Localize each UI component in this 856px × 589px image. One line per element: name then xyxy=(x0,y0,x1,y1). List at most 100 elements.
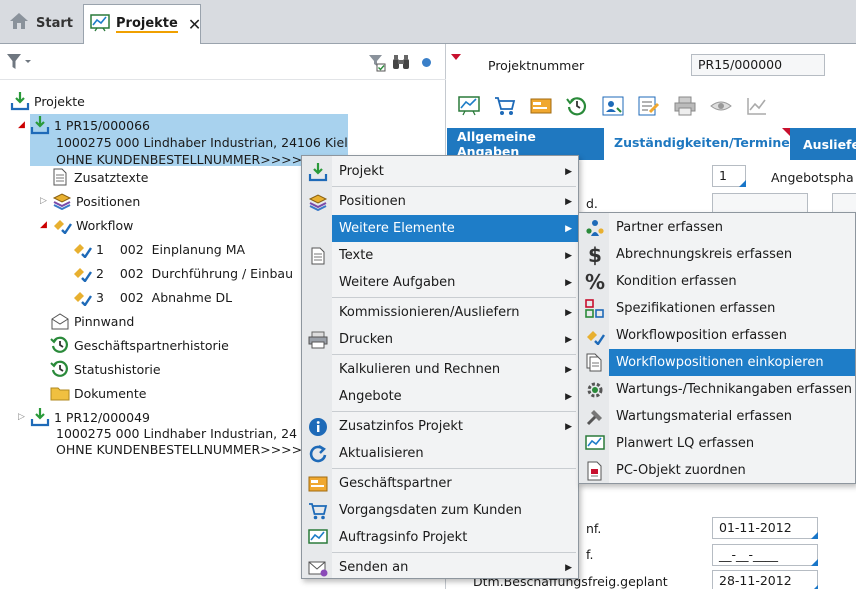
document-icon xyxy=(50,167,70,187)
tree-root[interactable]: Projekte xyxy=(10,90,85,112)
menu-item-geschaeftspartner[interactable]: Geschäftspartner xyxy=(302,470,578,497)
workflow-position-1[interactable]: 1 002 Einplanung MA xyxy=(72,238,245,260)
menu-item-label: Zusatzinfos Projekt xyxy=(339,419,463,434)
tab-marker-icon xyxy=(782,128,790,136)
submenu-item-abrechnungskreis[interactable]: $ Abrechnungskreis erfassen xyxy=(579,241,855,268)
tree-item-label: Statushistorie xyxy=(74,361,161,377)
menu-item-angebote[interactable]: Angebote ▶ xyxy=(302,383,578,410)
menu-item-positionen[interactable]: Positionen ▶ xyxy=(302,188,578,215)
view-icon[interactable] xyxy=(709,94,733,118)
tree-item-statushistorie[interactable]: Statushistorie xyxy=(50,358,161,380)
home-icon xyxy=(8,11,30,35)
history-icon[interactable] xyxy=(565,94,589,118)
download-icon xyxy=(10,91,30,111)
edit-list-icon[interactable] xyxy=(637,94,661,118)
workflow-position-2[interactable]: 2 002 Durchführung / Einbau xyxy=(72,262,293,284)
date-field-2[interactable]: __-__-____ xyxy=(712,544,818,566)
chart-icon[interactable] xyxy=(457,94,481,118)
menu-item-label: Drucken xyxy=(339,332,394,347)
tab-projekte[interactable]: Projekte ✕ xyxy=(83,4,201,44)
download-icon xyxy=(307,161,329,183)
close-icon[interactable]: ✕ xyxy=(188,15,201,34)
menu-item-projekt[interactable]: Projekt ▶ xyxy=(302,158,578,185)
cart-icon xyxy=(307,500,329,522)
person-card-icon[interactable] xyxy=(601,94,625,118)
submenu-item-kondition[interactable]: % Kondition erfassen xyxy=(579,268,855,295)
tab-ausliefe[interactable]: Ausliefe xyxy=(793,128,856,160)
menu-item-drucken[interactable]: Drucken ▶ xyxy=(302,326,578,353)
card-icon[interactable] xyxy=(529,94,553,118)
date-field-1[interactable]: 01-11-2012 xyxy=(712,517,818,539)
collapsed-arrow-icon[interactable]: ▷ xyxy=(18,412,30,422)
tree-item-pinnwand[interactable]: Pinnwand xyxy=(50,310,134,332)
projektnummer-field[interactable]: PR15/000000 xyxy=(691,54,825,76)
menu-item-label: Weitere Aufgaben xyxy=(339,275,456,290)
date-field-3[interactable]: 28-11-2012 xyxy=(712,570,818,589)
expand-arrow-icon[interactable]: ◢ xyxy=(18,120,30,130)
menu-item-kalkulieren[interactable]: Kalkulieren und Rechnen ▶ xyxy=(302,356,578,383)
tree-item-zusatztexte[interactable]: Zusatztexte xyxy=(50,166,148,188)
workflow-position-3[interactable]: 3 002 Abnahme DL xyxy=(72,286,232,308)
tree-root-label: Projekte xyxy=(34,93,85,109)
field-label-f: f. xyxy=(586,547,594,562)
menu-item-vorgangsdaten[interactable]: Vorgangsdaten zum Kunden xyxy=(302,497,578,524)
tree-item-geschaeftspartnerhistorie[interactable]: Geschäftspartnerhistorie xyxy=(50,334,229,356)
workflow-icon xyxy=(52,215,72,235)
checklist-filter-icon[interactable] xyxy=(368,54,386,75)
refresh-icon xyxy=(307,443,329,465)
field-corner-icon xyxy=(739,180,746,187)
menu-item-weitere-elemente[interactable]: Weitere Elemente ▶ xyxy=(332,215,578,242)
tab-zustaendigkeiten-termine[interactable]: Zuständigkeiten/Termine xyxy=(604,128,790,160)
detail-toolbar xyxy=(457,94,769,118)
cart-icon[interactable] xyxy=(493,94,517,118)
submenu-arrow-icon: ▶ xyxy=(565,223,572,234)
number-field[interactable]: 1 xyxy=(712,165,746,187)
menu-separator xyxy=(332,552,576,553)
submenu-item-spezifikationen[interactable]: Spezifikationen erfassen xyxy=(579,295,855,322)
tree-item-positionen[interactable]: ▷ Positionen xyxy=(40,190,140,212)
menu-item-auftragsinfo[interactable]: Auftragsinfo Projekt xyxy=(302,524,578,551)
menu-item-kommissionieren[interactable]: Kommissionieren/Ausliefern ▶ xyxy=(302,299,578,326)
submenu-item-pc-objekt[interactable]: PC-Objekt zuordnen xyxy=(579,457,855,484)
stack-icon xyxy=(52,191,72,211)
submenu-item-workflowposition[interactable]: Workflowposition erfassen xyxy=(579,322,855,349)
tab-start[interactable]: Start xyxy=(4,6,76,40)
menu-item-label: Auftragsinfo Projekt xyxy=(339,530,468,545)
projektnummer-label: Projektnummer xyxy=(488,58,585,73)
printer-icon[interactable] xyxy=(673,94,697,118)
menu-item-senden-an[interactable]: Senden an ▶ xyxy=(302,554,578,581)
menu-item-label: Vorgangsdaten zum Kunden xyxy=(339,503,522,518)
submenu-arrow-icon: ▶ xyxy=(565,250,572,261)
hammer-icon xyxy=(584,406,606,428)
submenu-arrow-icon: ▶ xyxy=(565,391,572,402)
collapsed-arrow-icon[interactable]: ▷ xyxy=(40,196,52,206)
workflow-icon xyxy=(72,287,92,307)
submenu-item-wartungsmaterial[interactable]: Wartungsmaterial erfassen xyxy=(579,403,855,430)
submenu-arrow-icon: ▶ xyxy=(565,334,572,345)
submenu-item-workflowpositionen-einkopieren[interactable]: Workflowpositionen einkopieren xyxy=(609,349,855,376)
document-icon xyxy=(307,245,329,267)
workflow-position-label: 1 002 Einplanung MA xyxy=(96,241,246,257)
menu-item-weitere-aufgaben[interactable]: Weitere Aufgaben ▶ xyxy=(302,269,578,296)
percent-icon: % xyxy=(584,269,606,294)
submenu-item-wartungs-technikangaben[interactable]: Wartungs-/Technikangaben erfassen xyxy=(579,376,855,403)
tree-item-dokumente[interactable]: Dokumente xyxy=(50,382,146,404)
binoculars-icon[interactable] xyxy=(392,54,410,73)
printer-icon xyxy=(307,329,329,351)
stack-icon xyxy=(307,191,329,213)
menu-item-zusatzinfos[interactable]: Zusatzinfos Projekt ▶ xyxy=(302,413,578,440)
submenu-item-planwert-lq[interactable]: Planwert LQ erfassen xyxy=(579,430,855,457)
angebotsphase-label: Angebotspha xyxy=(771,170,854,185)
filter-icon[interactable] xyxy=(6,53,32,74)
status-dot-icon xyxy=(422,58,431,67)
menu-item-aktualisieren[interactable]: Aktualisieren xyxy=(302,440,578,467)
menu-item-texte[interactable]: Texte ▶ xyxy=(302,242,578,269)
collapse-arrow-icon[interactable] xyxy=(451,54,461,60)
workflow-icon xyxy=(72,239,92,259)
expand-arrow-icon[interactable]: ◢ xyxy=(40,220,52,230)
workflow-position-label: 2 002 Durchführung / Einbau xyxy=(96,265,293,281)
submenu-item-partner[interactable]: Partner erfassen xyxy=(579,214,855,241)
line-chart-icon[interactable] xyxy=(745,94,769,118)
tree-item-workflow[interactable]: ◢ Workflow xyxy=(40,214,133,236)
menu-item-label: Wartungsmaterial erfassen xyxy=(616,409,792,424)
